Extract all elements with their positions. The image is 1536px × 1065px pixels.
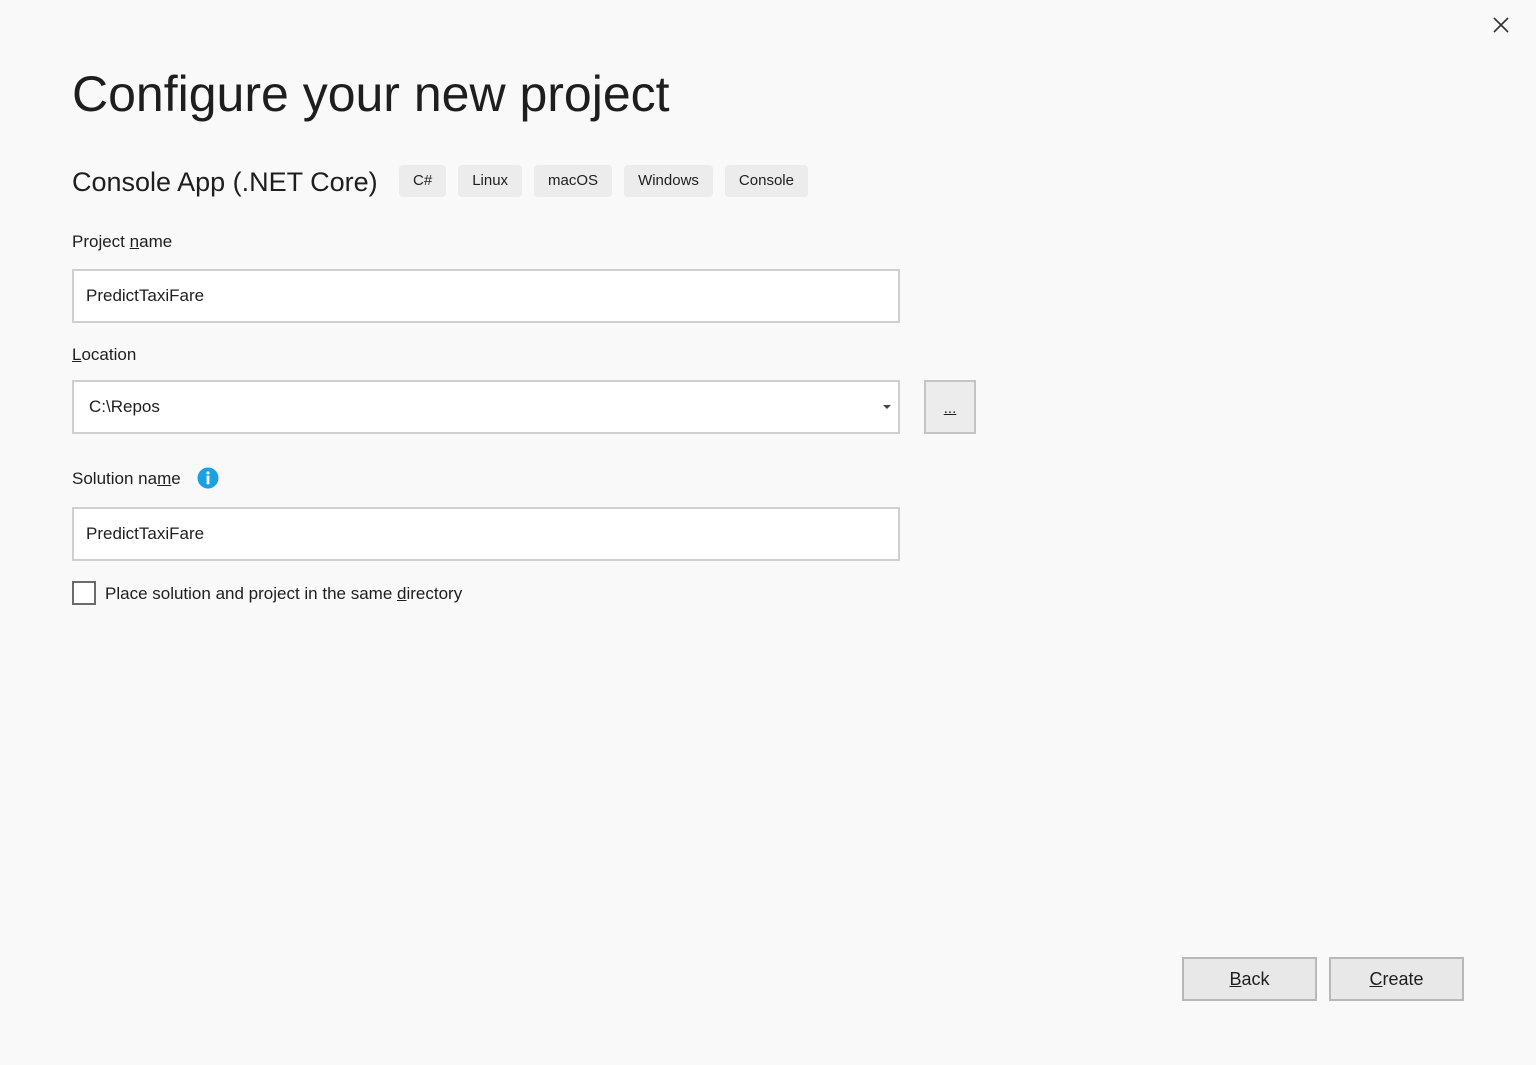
browse-button[interactable]: ... — [924, 380, 976, 434]
close-button[interactable] — [1488, 12, 1514, 38]
chevron-down-icon — [883, 405, 891, 409]
tag-console: Console — [724, 165, 808, 197]
info-icon[interactable] — [197, 467, 219, 489]
create-button[interactable]: Create — [1329, 957, 1464, 1001]
location-combobox[interactable]: C:\Repos — [72, 380, 900, 434]
location-label: Location — [72, 345, 137, 364]
project-name-label: Project name — [72, 232, 173, 251]
location-value: C:\Repos — [89, 397, 160, 416]
tag-macos: macOS — [534, 165, 613, 197]
page-title: Configure your new project — [72, 66, 670, 122]
tag-windows: Windows — [624, 165, 713, 197]
solution-name-label: Solution name — [72, 469, 181, 488]
template-name: Console App (.NET Core) — [72, 167, 378, 197]
project-name-input[interactable] — [72, 269, 900, 323]
tag-linux: Linux — [458, 165, 523, 197]
back-button[interactable]: Back — [1182, 957, 1317, 1001]
close-icon — [1493, 17, 1509, 33]
browse-button-label: ... — [943, 400, 957, 417]
same-directory-label[interactable]: Place solution and project in the same d… — [105, 583, 462, 605]
solution-name-input[interactable] — [72, 507, 900, 561]
template-tags: C# Linux macOS Windows Console — [399, 165, 808, 197]
tag-csharp: C# — [399, 165, 447, 197]
same-directory-checkbox[interactable] — [72, 581, 96, 605]
